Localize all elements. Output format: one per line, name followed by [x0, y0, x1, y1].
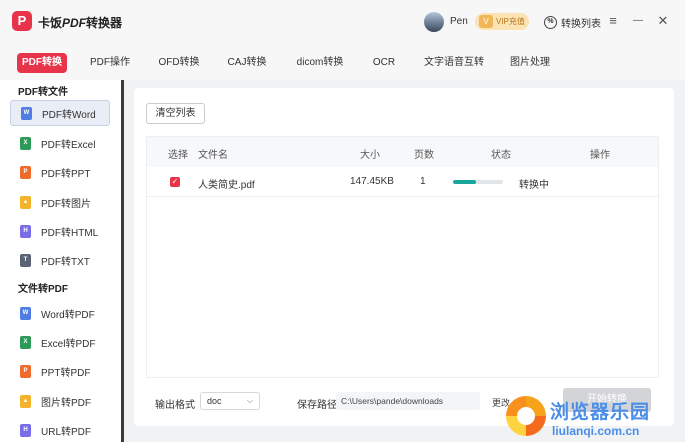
- sidebar-item-label: PDF转Excel: [41, 139, 96, 151]
- row-checkbox[interactable]: ✓: [170, 177, 180, 187]
- column-select: 选择: [168, 150, 188, 161]
- image-file-icon: ▲: [20, 195, 31, 209]
- ppt-file-icon: P: [20, 165, 31, 179]
- file-table: 选择 文件名 大小 页数 状态 操作 ✓ 人类简史.pdf 147.45KB 1…: [146, 136, 659, 378]
- image-file-icon: ▲: [20, 394, 31, 408]
- tab-text-speech[interactable]: 文字语音互转: [424, 53, 484, 73]
- save-path-label: 保存路径: [297, 400, 337, 411]
- tab-ofd-convert[interactable]: OFD转换: [156, 53, 202, 73]
- minimize-icon[interactable]: —: [629, 12, 647, 30]
- vip-label: VIP充值: [496, 17, 525, 26]
- file-size: 147.45KB: [350, 176, 394, 187]
- percent-icon: %: [544, 15, 557, 29]
- username[interactable]: Pen: [450, 16, 468, 27]
- tab-pdf-operations[interactable]: PDF操作: [88, 53, 132, 73]
- clear-list-button[interactable]: 清空列表: [146, 103, 205, 124]
- sidebar-item-pdf-to-ppt[interactable]: P PDF转PPT: [10, 159, 110, 185]
- tab-caj-convert[interactable]: CAJ转换: [225, 53, 269, 73]
- sidebar-item-label: PDF转TXT: [41, 256, 90, 268]
- sidebar-item-pdf-to-image[interactable]: ▲ PDF转图片: [10, 189, 110, 215]
- column-status: 状态: [491, 150, 511, 161]
- excel-file-icon: X: [20, 335, 31, 349]
- sidebar-item-label: PDF转HTML: [41, 227, 99, 239]
- column-action: 操作: [590, 150, 610, 161]
- output-format-select[interactable]: doc ⌵: [200, 392, 260, 410]
- watermark-text: 浏览器乐园: [550, 402, 651, 423]
- sidebar-item-pdf-to-txt[interactable]: T PDF转TXT: [10, 247, 110, 273]
- sidebar-item-pdf-to-word[interactable]: W PDF转Word: [10, 100, 110, 126]
- sidebar-item-url-to-pdf[interactable]: H URL转PDF: [10, 417, 110, 442]
- word-file-icon: W: [20, 306, 31, 320]
- sidebar-item-label: PDF转PPT: [41, 168, 91, 180]
- sidebar-item-label: PDF转Word: [42, 109, 96, 121]
- tab-image-processing[interactable]: 图片处理: [507, 53, 553, 73]
- status-text: 转换中: [519, 180, 549, 191]
- page-count: 1: [420, 176, 426, 187]
- output-format-label: 输出格式: [155, 400, 195, 411]
- sidebar-item-word-to-pdf[interactable]: W Word转PDF: [10, 300, 110, 326]
- sidebar-item-label: Excel转PDF: [41, 338, 96, 350]
- sidebar-item-pdf-to-html[interactable]: H PDF转HTML: [10, 218, 110, 244]
- table-header: 选择 文件名 大小 页数 状态 操作: [147, 137, 658, 167]
- sidebar-item-ppt-to-pdf[interactable]: P PPT转PDF: [10, 358, 110, 384]
- sidebar-item-label: PPT转PDF: [41, 367, 91, 379]
- html-file-icon: H: [20, 224, 31, 238]
- sidebar-item-excel-to-pdf[interactable]: X Excel转PDF: [10, 329, 110, 355]
- convert-list-button[interactable]: % 转换列表: [544, 13, 601, 31]
- save-path-field[interactable]: C:\Users\pande\downloads: [336, 392, 480, 410]
- watermark-logo-icon: [506, 396, 546, 436]
- html-file-icon: H: [20, 423, 31, 437]
- column-pages: 页数: [414, 150, 434, 161]
- file-name: 人类简史.pdf: [198, 180, 255, 191]
- watermark: 浏览器乐园 liulanqi.com.cn: [506, 395, 682, 442]
- progress-fill: [453, 180, 476, 184]
- watermark-url: liulanqi.com.cn: [552, 424, 640, 438]
- title-bar: P 卡饭PDF转换器 Pen V VIP充值 % 转换列表 ≡ — ✕: [0, 0, 685, 44]
- sidebar-item-label: 图片转PDF: [41, 397, 91, 409]
- sidebar-item-label: PDF转图片: [41, 198, 91, 210]
- column-size: 大小: [360, 150, 380, 161]
- txt-file-icon: T: [20, 253, 31, 267]
- sidebar-item-label: Word转PDF: [41, 309, 95, 321]
- column-filename: 文件名: [198, 150, 228, 161]
- tab-dicom-convert[interactable]: dicom转换: [292, 53, 348, 73]
- progress-bar: [453, 180, 503, 184]
- table-row[interactable]: ✓ 人类简史.pdf 147.45KB 1 转换中: [147, 167, 658, 197]
- vip-icon: V: [479, 15, 493, 28]
- main-panel: 清空列表 选择 文件名 大小 页数 状态 操作 ✓ 人类简史.pdf 147.4…: [134, 88, 674, 426]
- word-file-icon: W: [21, 106, 32, 120]
- tab-pdf-convert[interactable]: PDF转换: [17, 53, 67, 73]
- avatar[interactable]: [424, 12, 444, 32]
- sidebar-item-image-to-pdf[interactable]: ▲ 图片转PDF: [10, 388, 110, 414]
- close-icon[interactable]: ✕: [654, 12, 672, 30]
- sidebar-section-pdf-to-file: PDF转文件: [18, 87, 68, 98]
- excel-file-icon: X: [20, 136, 31, 150]
- ppt-file-icon: P: [20, 364, 31, 378]
- chevron-down-icon: ⌵: [246, 396, 253, 405]
- tab-bar: PDF转换 PDF操作 OFD转换 CAJ转换 dicom转换 OCR 文字语音…: [0, 44, 685, 80]
- app-title: 卡饭PDF转换器: [38, 16, 123, 30]
- sidebar: PDF转文件 W PDF转Word X PDF转Excel P PDF转PPT …: [0, 80, 124, 442]
- sidebar-item-label: URL转PDF: [41, 426, 92, 438]
- app-logo: P: [12, 11, 32, 31]
- vip-recharge-button[interactable]: V VIP充值: [475, 13, 529, 30]
- convert-list-label: 转换列表: [561, 18, 601, 30]
- output-format-value: doc: [207, 396, 222, 406]
- menu-icon[interactable]: ≡: [604, 12, 622, 30]
- sidebar-section-file-to-pdf: 文件转PDF: [18, 284, 68, 295]
- tab-ocr[interactable]: OCR: [370, 53, 398, 73]
- sidebar-item-pdf-to-excel[interactable]: X PDF转Excel: [10, 130, 110, 156]
